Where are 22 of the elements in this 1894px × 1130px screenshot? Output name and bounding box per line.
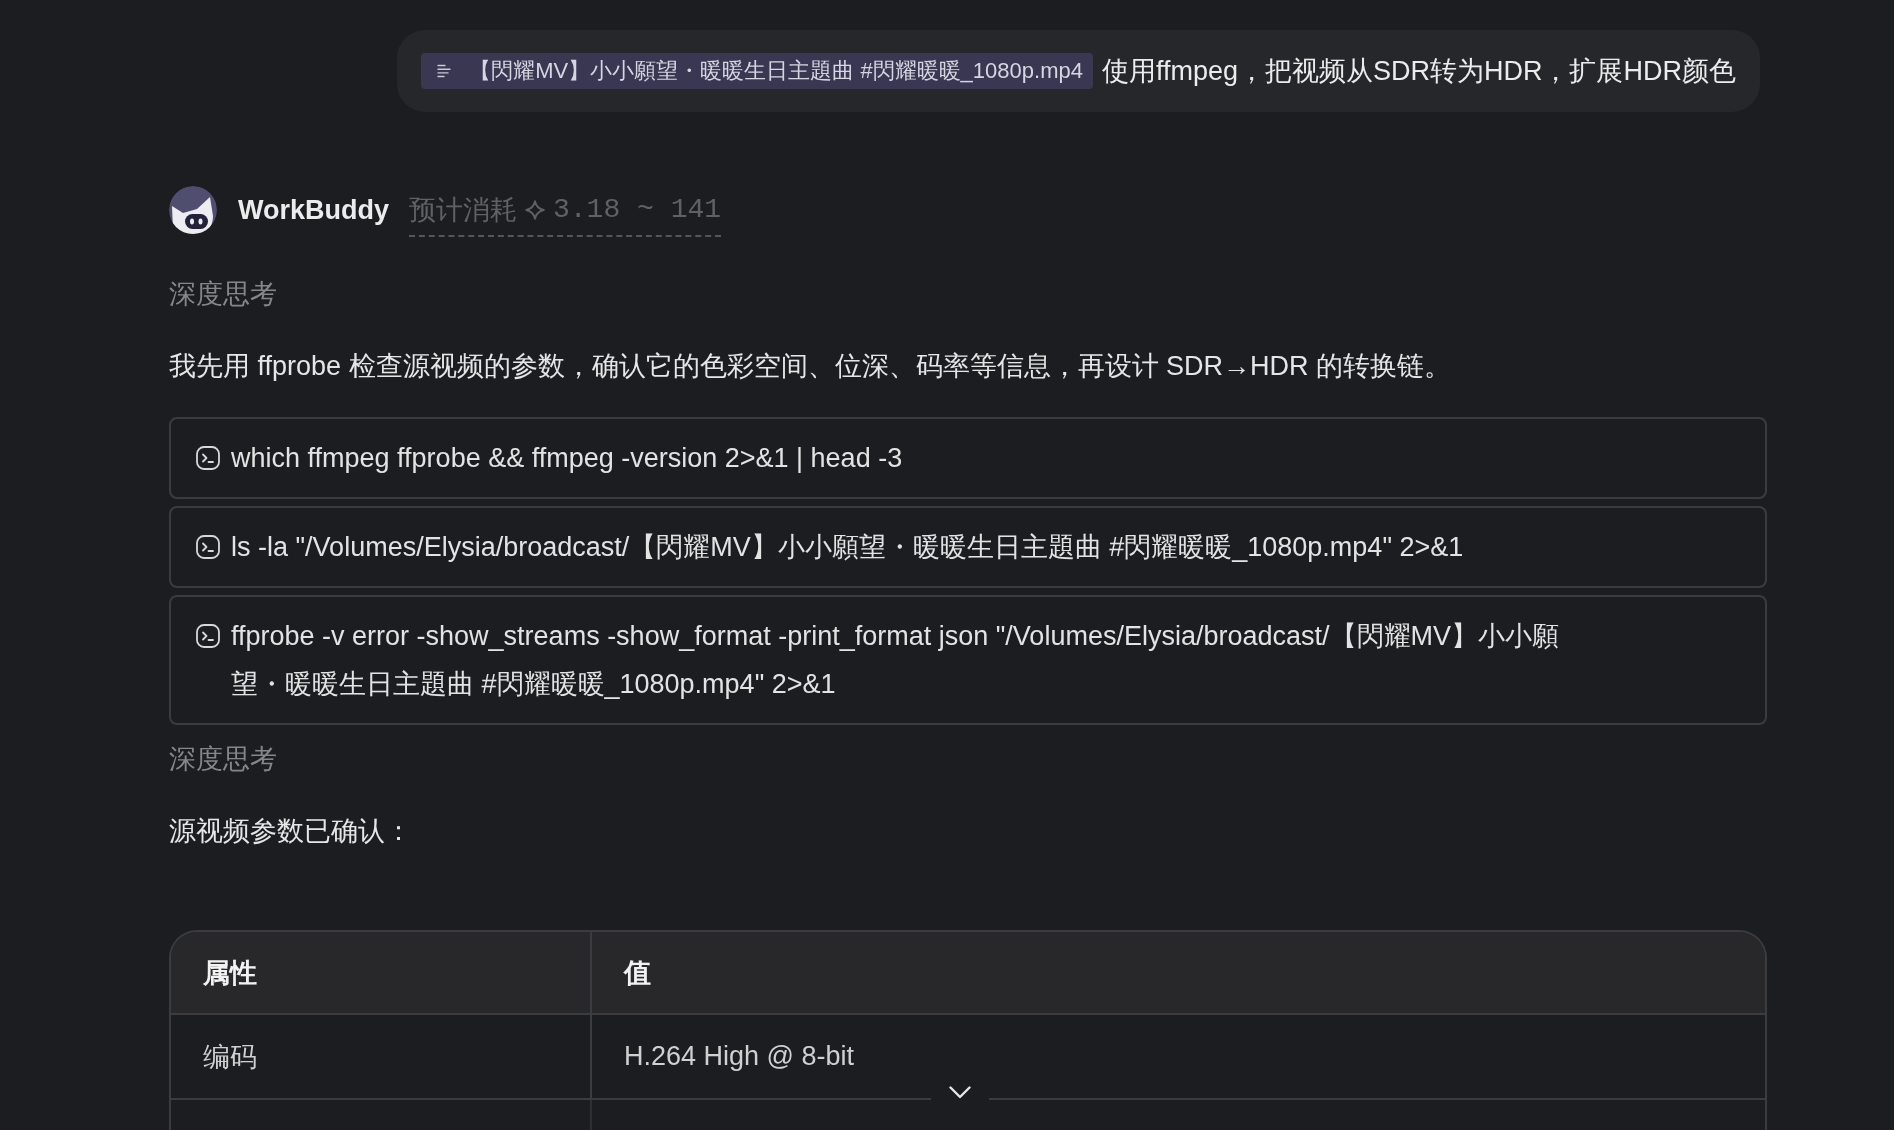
thinking-label[interactable]: 深度思考	[169, 274, 277, 314]
chevron-down-icon	[949, 1085, 971, 1099]
user-message-text: 使用ffmpeg，把视频从SDR转为HDR，扩展HDR颜色	[1101, 55, 1736, 88]
paragraph-text: 源视频参数已确认：	[169, 815, 413, 848]
table-header-cell: 值	[592, 932, 1765, 1015]
terminal-icon	[196, 535, 220, 559]
diamond-icon	[525, 200, 545, 220]
bot-avatar-icon	[169, 186, 217, 234]
cost-value: 3.18 ~ 141	[553, 195, 722, 225]
text-lines-icon	[437, 64, 452, 78]
cost-label: 预计消耗	[409, 195, 517, 225]
attachment-chip[interactable]: 【閃耀MV】小小願望・暖暖生日主題曲 #閃耀暖暖_1080p.mp4	[421, 53, 1093, 89]
command-text: which ffmpeg ffprobe && ffmpeg -version 2>&1 | head -3	[231, 442, 903, 475]
thinking-label[interactable]: 深度思考	[169, 739, 277, 779]
terminal-icon	[196, 624, 220, 648]
paragraph-text: 我先用 ffprobe 检查源视频的参数，确认它的色彩空间、位深、码率等信息，再设计 SDR→HDR 的转换链。	[169, 350, 1453, 383]
assistant-name: WorkBuddy	[238, 194, 389, 227]
table-cell: 编码	[171, 1015, 592, 1100]
command-text: ffprobe -v error -show_streams -show_format -print_format json "/Volumes/Elysia/broadcast/【閃耀MV】小小願望・暖暖生日主題曲 #閃耀暖暖_1080p.mp4" 2>&1	[231, 620, 1560, 701]
table-header-cell: 属性	[171, 932, 592, 1015]
command-text: ls -la "/Volumes/Elysia/broadcast/【閃耀MV】小小願望・暖暖生日主題曲 #閃耀暖暖_1080p.mp4" 2>&1	[231, 531, 1464, 564]
terminal-icon	[196, 446, 220, 470]
